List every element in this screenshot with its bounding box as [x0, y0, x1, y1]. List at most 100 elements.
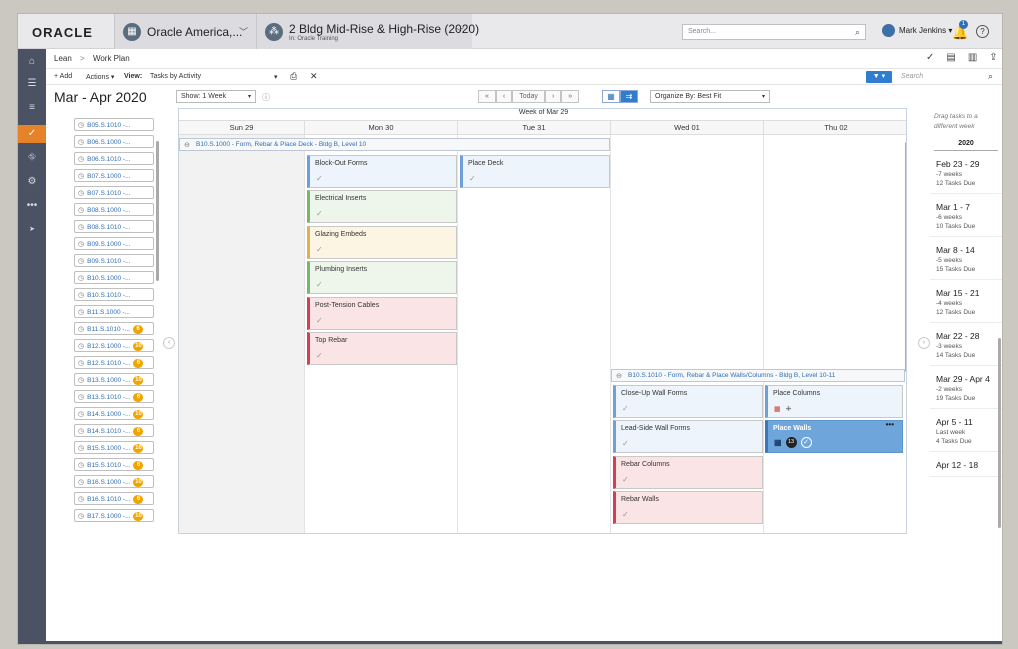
activity-list-item[interactable]: ◷ B13.S.1010 -... 6: [74, 390, 154, 403]
company-selector[interactable]: ▦ Oracle America,... ﹀: [114, 14, 256, 49]
network-icon[interactable]: ⛗: [18, 149, 46, 167]
check-icon[interactable]: ✓: [469, 174, 476, 183]
check-icon[interactable]: ✓: [316, 351, 323, 360]
prev-button[interactable]: ‹: [495, 90, 513, 103]
actions-button[interactable]: Actions ▾: [86, 73, 114, 81]
task-card[interactable]: Post-Tension Cables ✓: [307, 297, 457, 330]
collapse-left-icon[interactable]: ‹: [163, 337, 175, 349]
next-button[interactable]: ›: [544, 90, 562, 103]
chevron-down-icon[interactable]: ▾: [274, 73, 278, 81]
clipboard-icon[interactable]: ✓: [18, 125, 46, 143]
activity-list-item[interactable]: ◷ B15.S.1010 -... 6: [74, 458, 154, 471]
activity-group-header[interactable]: ⊖ B10.S.1000 - Form, Rebar & Place Deck …: [179, 138, 610, 151]
scrollbar[interactable]: [156, 141, 159, 281]
activity-list-item[interactable]: ◷ B09.S.1010 -...: [74, 254, 154, 267]
week-drop-target[interactable]: Mar 1 - 7 -6 weeks 10 Tasks Due: [930, 194, 1002, 237]
activity-list-item[interactable]: ◷ B14.S.1010 -... 6: [74, 424, 154, 437]
check-icon[interactable]: ✓: [926, 52, 934, 63]
activity-list-item[interactable]: ◷ B07.S.1000 -...: [74, 169, 154, 182]
task-card-selected[interactable]: ••• Place Walls ▦ 13 ✓: [765, 420, 903, 453]
home-icon[interactable]: ⌂: [18, 53, 46, 71]
activity-list-item[interactable]: ◷ B16.S.1010 -... 6: [74, 492, 154, 505]
activity-list-item[interactable]: ◷ B16.S.1000 -... 10: [74, 475, 154, 488]
task-card[interactable]: Close-Up Wall Forms ✓: [613, 385, 763, 418]
task-card[interactable]: Lead-Side Wall Forms ✓: [613, 420, 763, 453]
check-icon[interactable]: ✓: [316, 174, 323, 183]
print-icon[interactable]: ⎙: [290, 71, 297, 82]
activity-list-item[interactable]: ◷ B15.S.1000 -... 10: [74, 441, 154, 454]
activity-list-item[interactable]: ◷ B13.S.1000 -... 10: [74, 373, 154, 386]
activity-list-item[interactable]: ◷ B05.S.1010 -...: [74, 118, 154, 131]
list-icon[interactable]: ☰: [18, 75, 46, 93]
global-search-input[interactable]: Search... ⌕: [682, 24, 866, 40]
today-button[interactable]: Today: [512, 90, 545, 103]
scrollbar[interactable]: [905, 142, 906, 372]
gantt-icon[interactable]: ≡: [18, 99, 46, 117]
first-page-button[interactable]: «: [478, 90, 496, 103]
tools-icon[interactable]: ✕: [310, 71, 318, 82]
user-menu[interactable]: Mark Jenkins ▾: [882, 24, 952, 37]
task-search-input[interactable]: Search: [901, 73, 923, 80]
task-card[interactable]: Place Deck ✓: [460, 155, 610, 188]
collapse-icon[interactable]: ⊖: [616, 371, 622, 382]
activity-list-item[interactable]: ◷ B11.S.1000 -...: [74, 305, 154, 318]
check-icon[interactable]: ✓: [622, 439, 629, 448]
task-card[interactable]: Top Rebar ✓: [307, 332, 457, 365]
activity-list-item[interactable]: ◷ B12.S.1000 -... 10: [74, 339, 154, 352]
last-page-button[interactable]: »: [561, 90, 580, 103]
more-icon[interactable]: •••: [886, 420, 894, 429]
task-card[interactable]: Plumbing Inserts ✓: [307, 261, 457, 294]
week-drop-target[interactable]: Apr 5 - 11 Last week 4 Tasks Due: [930, 409, 1002, 452]
activity-list-item[interactable]: ◷ B17.S.1000 -... 10: [74, 509, 154, 522]
check-icon[interactable]: ✓: [316, 280, 323, 289]
activity-list-item[interactable]: ◷ B09.S.1000 -...: [74, 237, 154, 250]
activity-list-item[interactable]: ◷ B07.S.1010 -...: [74, 186, 154, 199]
gear-icon[interactable]: ⚙: [18, 173, 46, 191]
activity-list-item[interactable]: ◷ B06.S.1000 -...: [74, 135, 154, 148]
chart-icon[interactable]: ▤: [946, 52, 955, 63]
collapse-right-icon[interactable]: ›: [918, 337, 930, 349]
add-button[interactable]: + Add: [54, 73, 72, 80]
activity-list-item[interactable]: ◷ B14.S.1000 -... 10: [74, 407, 154, 420]
help-icon[interactable]: ?: [976, 25, 989, 38]
activity-list-item[interactable]: ◷ B08.S.1010 -...: [74, 220, 154, 233]
share-icon[interactable]: ⇪: [989, 52, 997, 63]
task-card[interactable]: Block-Out Forms ✓: [307, 155, 457, 188]
check-icon[interactable]: ✓: [316, 316, 323, 325]
project-selector[interactable]: ⁂ 2 Bldg Mid-Rise & High-Rise (2020) In:…: [256, 14, 479, 49]
document-icon[interactable]: ▥: [968, 52, 977, 63]
week-drop-target[interactable]: Mar 22 - 28 -3 weeks 14 Tasks Due: [930, 323, 1002, 366]
grid-view-button[interactable]: ▦: [602, 90, 620, 103]
activity-list-item[interactable]: ◷ B08.S.1000 -...: [74, 203, 154, 216]
task-card[interactable]: Electrical Inserts ✓: [307, 190, 457, 223]
activity-list-item[interactable]: ◷ B12.S.1010 -... 6: [74, 356, 154, 369]
activity-list-item[interactable]: ◷ B11.S.1010 -... 6: [74, 322, 154, 335]
check-icon[interactable]: ✓: [622, 404, 629, 413]
filter-button[interactable]: ▼ ▾: [866, 71, 892, 83]
activity-list-item[interactable]: ◷ B10.S.1000 -...: [74, 271, 154, 284]
week-drop-target[interactable]: Apr 12 - 18: [930, 452, 1002, 477]
scrollbar[interactable]: [998, 338, 1001, 528]
activity-list-item[interactable]: ◷ B06.S.1010 -...: [74, 152, 154, 165]
check-icon[interactable]: ✓: [316, 245, 323, 254]
week-drop-target[interactable]: Mar 8 - 14 -5 weeks 15 Tasks Due: [930, 237, 1002, 280]
board-view-button[interactable]: ⇉: [620, 90, 638, 103]
task-card[interactable]: Rebar Walls ✓: [613, 491, 763, 524]
info-icon[interactable]: ⓘ: [262, 92, 270, 103]
collapse-icon[interactable]: ⊖: [184, 140, 190, 151]
task-card[interactable]: Place Columns ▦ ⁜: [765, 385, 903, 418]
check-icon[interactable]: ✓: [316, 209, 323, 218]
organize-select[interactable]: Organize By: Best Fit ▾: [650, 90, 770, 103]
week-drop-target[interactable]: Mar 29 - Apr 4 -2 weeks 19 Tasks Due: [930, 366, 1002, 409]
view-select[interactable]: Tasks by Activity: [150, 73, 201, 80]
activity-list-item[interactable]: ◷ B10.S.1010 -...: [74, 288, 154, 301]
show-range-select[interactable]: Show: 1 Week ▾: [176, 90, 256, 103]
week-drop-target[interactable]: Feb 23 - 29 -7 weeks 12 Tasks Due: [930, 151, 1002, 194]
task-card[interactable]: Rebar Columns ✓: [613, 456, 763, 489]
check-circle-icon[interactable]: ✓: [800, 437, 812, 448]
activity-group-header[interactable]: ⊖ B10.S.1010 - Form, Rebar & Place Walls…: [611, 369, 905, 382]
more-icon[interactable]: •••: [18, 197, 46, 215]
check-icon[interactable]: ✓: [622, 475, 629, 484]
breadcrumb-lean[interactable]: Lean: [54, 54, 72, 63]
task-card[interactable]: Glazing Embeds ✓: [307, 226, 457, 259]
